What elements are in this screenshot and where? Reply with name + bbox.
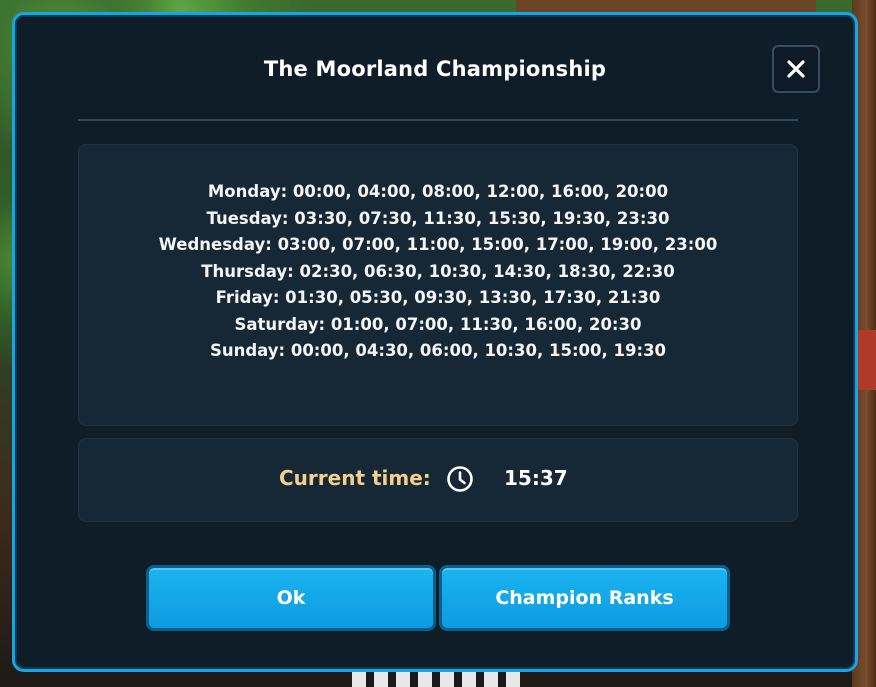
schedule-friday: Friday: 01:30, 05:30, 09:30, 13:30, 17:3… bbox=[215, 288, 661, 307]
ok-button-label: Ok bbox=[276, 587, 306, 609]
schedule-monday: Monday: 00:00, 04:00, 08:00, 12:00, 16:0… bbox=[207, 182, 669, 201]
championship-dialog: The Moorland Championship Monday: 00:00,… bbox=[12, 12, 858, 672]
close-button[interactable] bbox=[772, 45, 820, 93]
current-time-label: Current time: bbox=[279, 466, 431, 490]
current-time-panel: Current time: 15:37 bbox=[78, 438, 798, 522]
schedule-list: Monday: 00:00, 04:00, 08:00, 12:00, 16:0… bbox=[79, 179, 797, 365]
schedule-saturday: Saturday: 01:00, 07:00, 11:30, 16:00, 20… bbox=[234, 314, 642, 334]
clock-icon bbox=[447, 466, 473, 492]
schedule-thursday: Thursday: 02:30, 06:30, 10:30, 14:30, 18… bbox=[201, 261, 675, 281]
champion-ranks-button-label: Champion Ranks bbox=[495, 587, 674, 609]
title-divider bbox=[78, 119, 798, 121]
ok-button[interactable]: Ok bbox=[146, 565, 436, 631]
schedule-sunday: Sunday: 00:00, 04:30, 06:00, 10:30, 15:0… bbox=[209, 341, 667, 360]
schedule-tuesday: Tuesday: 03:30, 07:30, 11:30, 15:30, 19:… bbox=[206, 208, 670, 228]
background-roof bbox=[856, 330, 876, 390]
schedule-panel: Monday: 00:00, 04:00, 08:00, 12:00, 16:0… bbox=[78, 144, 798, 426]
champion-ranks-button[interactable]: Champion Ranks bbox=[439, 565, 730, 631]
current-time-value: 15:37 bbox=[504, 466, 568, 490]
schedule-wednesday: Wednesday: 03:00, 07:00, 11:00, 15:00, 1… bbox=[158, 235, 718, 254]
close-icon bbox=[787, 60, 805, 78]
dialog-title: The Moorland Championship bbox=[263, 57, 607, 81]
